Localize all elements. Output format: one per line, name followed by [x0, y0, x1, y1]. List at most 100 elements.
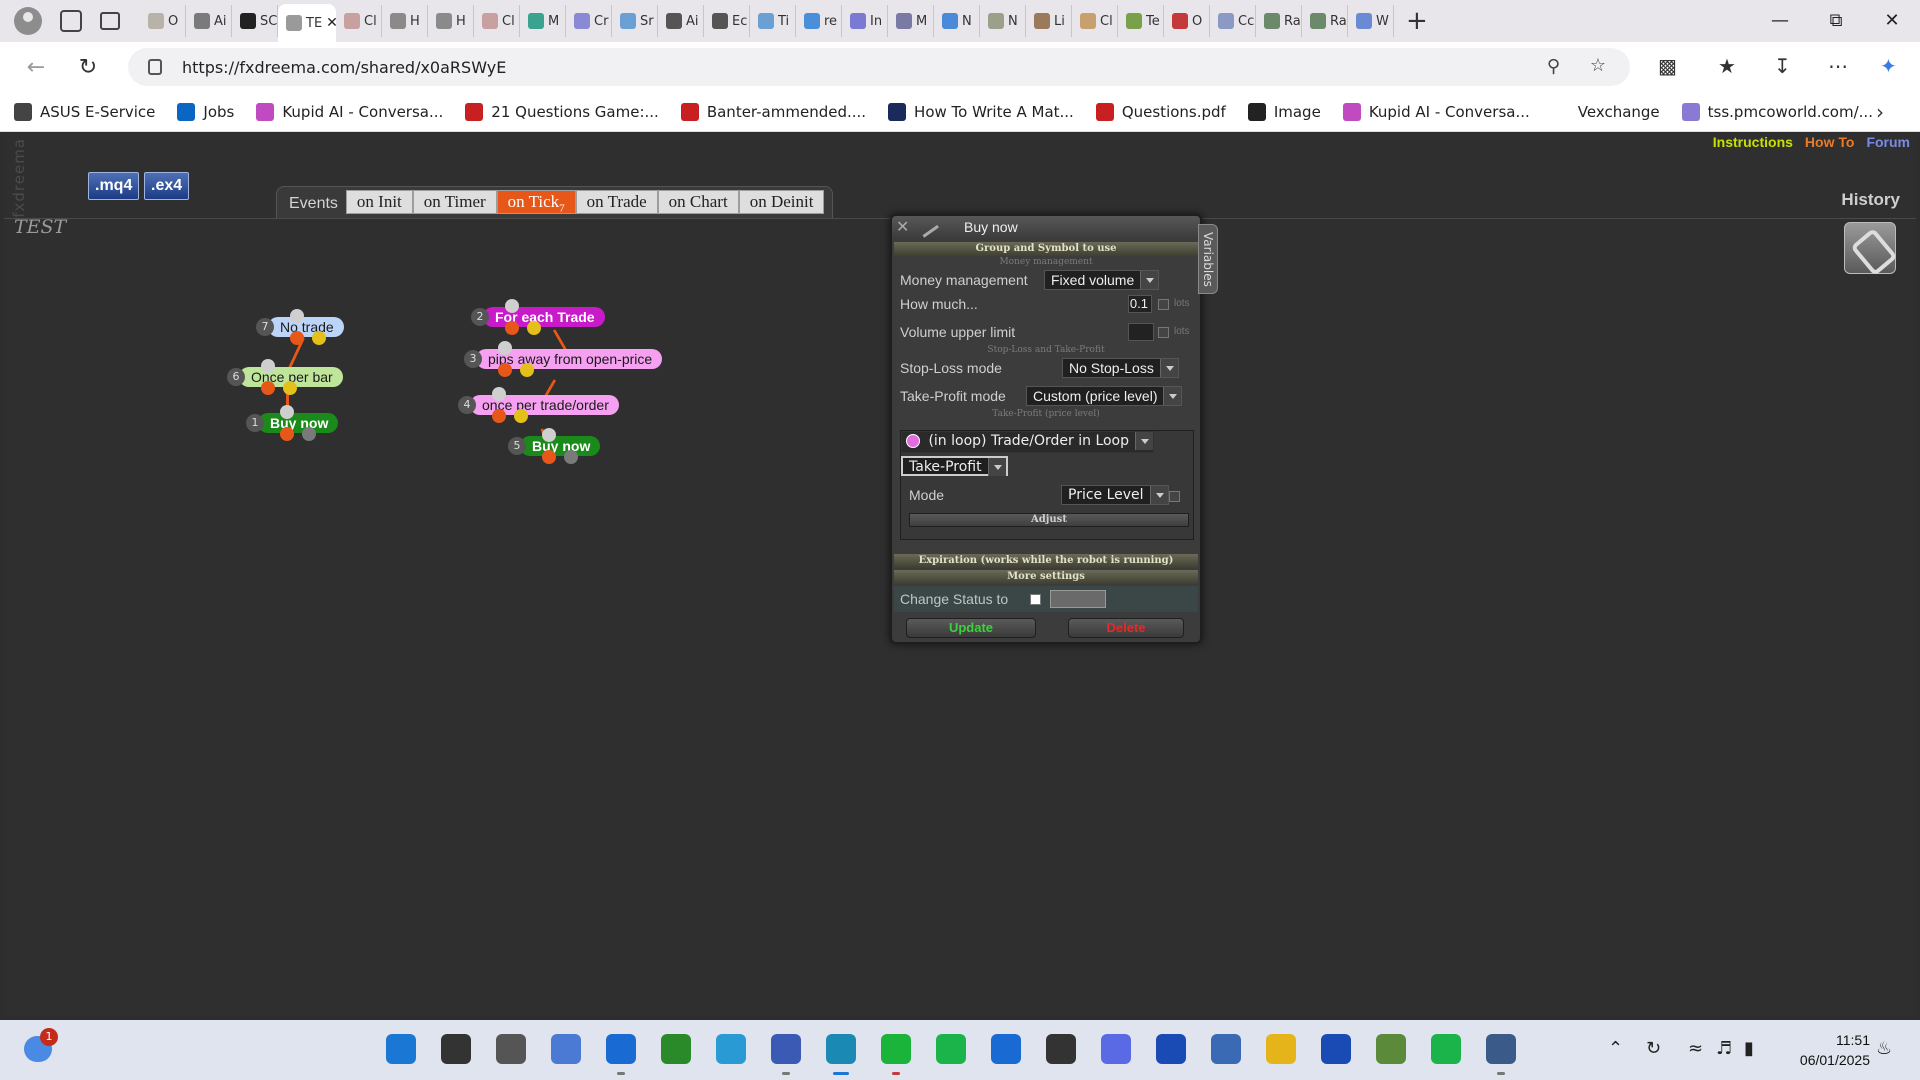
- event-tab[interactable]: on Trade: [575, 190, 658, 214]
- browser-tab[interactable]: W: [1348, 5, 1394, 37]
- mode-select[interactable]: Price Level: [1061, 485, 1169, 505]
- outlook-icon[interactable]: [606, 1034, 636, 1064]
- howto-link[interactable]: How To: [1805, 134, 1855, 150]
- section-group-symbol[interactable]: Group and Symbol to use: [894, 242, 1198, 256]
- output-dot[interactable]: [520, 363, 534, 377]
- bookmark-item[interactable]: Vexchange: [1551, 102, 1660, 121]
- search-icon[interactable]: [441, 1034, 471, 1064]
- input-dot[interactable]: [498, 341, 512, 355]
- output-dot[interactable]: [505, 321, 519, 335]
- input-dot[interactable]: [492, 387, 506, 401]
- how-much-input[interactable]: 0.1: [1128, 295, 1152, 313]
- browser-tab[interactable]: Cc: [1210, 5, 1256, 37]
- volume-limit-checkbox[interactable]: [1158, 327, 1169, 338]
- speedometer-icon[interactable]: [1486, 1034, 1516, 1064]
- loop-source-select[interactable]: (in loop) Trade/Order in Loop: [901, 431, 1155, 453]
- browser-tab[interactable]: M: [888, 5, 934, 37]
- edge-icon[interactable]: [826, 1034, 856, 1064]
- profile-icon[interactable]: [14, 7, 42, 35]
- event-tab[interactable]: on Deinit: [738, 190, 825, 214]
- url-text[interactable]: https://fxdreema.com/shared/x0aRSWyE: [182, 58, 506, 77]
- output-dot[interactable]: [280, 427, 294, 441]
- input-dot[interactable]: [261, 359, 275, 373]
- sync-icon[interactable]: ↻: [1646, 1038, 1661, 1059]
- browser-tab[interactable]: Ra: [1256, 5, 1302, 37]
- task-view-icon[interactable]: [496, 1034, 526, 1064]
- more-menu-icon[interactable]: ⋯: [1828, 54, 1848, 78]
- input-dot[interactable]: [280, 405, 294, 419]
- notifications-bell-icon[interactable]: ♨: [1876, 1038, 1892, 1059]
- browser-tab[interactable]: In: [842, 5, 888, 37]
- refresh-icon[interactable]: ↻: [76, 55, 100, 80]
- output-dot[interactable]: [498, 363, 512, 377]
- address-bar[interactable]: https://fxdreema.com/shared/x0aRSWyE ⚲ ☆: [128, 48, 1630, 86]
- output-dot[interactable]: [492, 409, 506, 423]
- downloads-icon[interactable]: ↧: [1774, 54, 1791, 78]
- browser-tab[interactable]: Ai: [658, 5, 704, 37]
- browser-tab[interactable]: O: [140, 5, 186, 37]
- event-tab[interactable]: on Tick7: [496, 190, 576, 214]
- telegram-icon[interactable]: [716, 1034, 746, 1064]
- paypal-icon[interactable]: [1156, 1034, 1186, 1064]
- panel-close-icon[interactable]: ✕: [896, 217, 909, 236]
- start-icon[interactable]: [386, 1034, 416, 1064]
- download-mq4-button[interactable]: .mq4: [88, 172, 140, 200]
- remote-desktop-icon[interactable]: [771, 1034, 801, 1064]
- panel-pin-icon[interactable]: [915, 214, 939, 238]
- download-ex4-button[interactable]: .ex4: [144, 172, 190, 200]
- browser-tab[interactable]: O: [1164, 5, 1210, 37]
- volume-icon[interactable]: ♬: [1716, 1038, 1732, 1059]
- bookmark-item[interactable]: Kupid AI - Conversa...: [256, 102, 443, 121]
- close-window-icon[interactable]: ✕: [1864, 0, 1920, 42]
- browser-tab[interactable]: M: [520, 5, 566, 37]
- input-dot[interactable]: [505, 299, 519, 313]
- spotify-icon[interactable]: [936, 1034, 966, 1064]
- browser-tab[interactable]: Cr: [566, 5, 612, 37]
- take-profit-select[interactable]: Custom (price level): [1026, 386, 1183, 406]
- workspaces-icon[interactable]: [60, 10, 82, 32]
- history-link[interactable]: History: [1841, 190, 1900, 210]
- delete-button[interactable]: Delete: [1068, 618, 1184, 638]
- media-player-icon[interactable]: [1046, 1034, 1076, 1064]
- browser-tab[interactable]: Cl: [1072, 5, 1118, 37]
- browser-tab[interactable]: SC: [232, 5, 278, 37]
- site-info-icon[interactable]: [148, 59, 162, 75]
- browser-tab[interactable]: H: [382, 5, 428, 37]
- metatrader-icon[interactable]: [1376, 1034, 1406, 1064]
- loop-field-select[interactable]: Take-Profit: [901, 456, 1008, 476]
- change-status-checkbox[interactable]: [1030, 594, 1041, 605]
- browser-tab[interactable]: Sr: [612, 5, 658, 37]
- status-color-input[interactable]: [1050, 590, 1106, 608]
- output-dot[interactable]: [261, 381, 275, 395]
- event-tab[interactable]: on Chart: [657, 190, 739, 214]
- back-icon[interactable]: ←: [24, 55, 48, 80]
- browser-tab[interactable]: Ec: [704, 5, 750, 37]
- output-dot[interactable]: [564, 450, 578, 464]
- bookmarks-more-icon[interactable]: ›: [1876, 100, 1884, 124]
- extensions-icon[interactable]: ▩: [1658, 54, 1677, 78]
- section-expiration[interactable]: Expiration (works while the robot is run…: [894, 554, 1198, 568]
- new-tab-button[interactable]: +: [1406, 6, 1428, 36]
- forum-link[interactable]: Forum: [1866, 134, 1910, 150]
- copilot-icon[interactable]: ✦: [1880, 54, 1897, 78]
- browser-tab[interactable]: TE ✕: [278, 4, 336, 42]
- tray-overflow-icon[interactable]: ⌃: [1608, 1038, 1623, 1059]
- volume-limit-input[interactable]: [1128, 323, 1154, 341]
- browser-tab[interactable]: Cl: [474, 5, 520, 37]
- output-dot[interactable]: [527, 321, 541, 335]
- bookmark-item[interactable]: 21 Questions Game:...: [465, 102, 659, 121]
- browser-tab[interactable]: Ti: [750, 5, 796, 37]
- favorites-icon[interactable]: ★: [1718, 54, 1736, 78]
- output-dot[interactable]: [290, 331, 304, 345]
- input-dot[interactable]: [290, 309, 304, 323]
- clock[interactable]: 11:51 06/01/2025: [1800, 1030, 1870, 1070]
- bookmark-item[interactable]: tss.pmcoworld.com/...: [1681, 102, 1873, 121]
- bookmark-item[interactable]: Jobs: [177, 102, 234, 121]
- bookmark-item[interactable]: ASUS E-Service: [14, 102, 155, 121]
- browser-tab[interactable]: Ra: [1302, 5, 1348, 37]
- browser-tab[interactable]: Ai: [186, 5, 232, 37]
- battery-icon[interactable]: ▮: [1744, 1038, 1754, 1059]
- nvidia-icon[interactable]: [661, 1034, 691, 1064]
- file-explorer-icon[interactable]: [1266, 1034, 1296, 1064]
- browser-tab[interactable]: H: [428, 5, 474, 37]
